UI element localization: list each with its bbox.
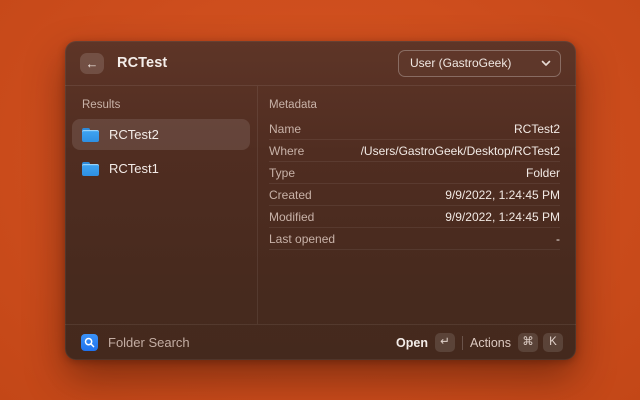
meta-label: Type <box>269 166 295 180</box>
meta-value: 9/9/2022, 1:24:45 PM <box>445 188 560 202</box>
footer-divider <box>462 336 463 350</box>
meta-label: Last opened <box>269 232 335 246</box>
back-arrow-icon: ← <box>86 57 99 70</box>
enter-key-icon: ↵ <box>435 333 455 352</box>
user-dropdown[interactable]: User (GastroGeek) <box>398 50 561 77</box>
folder-search-window: ← RCTest User (GastroGeek) Results RCTes… <box>65 41 576 360</box>
meta-row-where: Where /Users/GastroGeek/Desktop/RCTest2 <box>269 140 560 162</box>
search-icon <box>81 334 98 351</box>
meta-label: Created <box>269 188 312 202</box>
page-title: RCTest <box>117 55 167 71</box>
meta-label: Where <box>269 144 304 158</box>
meta-label: Name <box>269 122 301 136</box>
meta-row-modified: Modified 9/9/2022, 1:24:45 PM <box>269 206 560 228</box>
results-section-label: Results <box>72 93 250 119</box>
chevron-down-icon <box>541 60 551 67</box>
window-header: ← RCTest User (GastroGeek) <box>65 41 576 86</box>
list-item-label: RCTest2 <box>109 127 159 142</box>
meta-row-name: Name RCTest2 <box>269 118 560 140</box>
meta-value: Folder <box>526 166 560 180</box>
footer-bar: Open ↵ Actions ⌘ K <box>65 324 576 360</box>
list-item-rctest1[interactable]: RCTest1 <box>72 153 250 184</box>
results-sidebar: Results RCTest2 RCTest1 <box>65 86 258 324</box>
meta-label: Modified <box>269 210 314 224</box>
open-button[interactable]: Open ↵ <box>396 333 455 352</box>
metadata-panel: Metadata Name RCTest2 Where /Users/Gastr… <box>258 86 576 324</box>
actions-button[interactable]: Actions ⌘ K <box>470 333 563 352</box>
list-item-rctest2[interactable]: RCTest2 <box>72 119 250 150</box>
folder-icon <box>82 128 99 142</box>
meta-value: - <box>556 232 560 246</box>
meta-value: 9/9/2022, 1:24:45 PM <box>445 210 560 224</box>
search-input[interactable] <box>108 335 386 350</box>
meta-row-created: Created 9/9/2022, 1:24:45 PM <box>269 184 560 206</box>
back-button[interactable]: ← <box>80 53 104 74</box>
meta-row-last-opened: Last opened - <box>269 228 560 250</box>
list-item-label: RCTest1 <box>109 161 159 176</box>
meta-value: RCTest2 <box>514 122 560 136</box>
meta-row-type: Type Folder <box>269 162 560 184</box>
cmd-key-icon: ⌘ <box>518 333 538 352</box>
content-area: Results RCTest2 RCTest1 Metadata Name RC… <box>65 86 576 324</box>
user-dropdown-value: User (GastroGeek) <box>410 56 541 70</box>
footer-actions: Open ↵ Actions ⌘ K <box>396 333 563 352</box>
metadata-header: Metadata <box>269 91 560 118</box>
folder-icon <box>82 162 99 176</box>
meta-value: /Users/GastroGeek/Desktop/RCTest2 <box>361 144 560 158</box>
k-key-icon: K <box>543 333 563 352</box>
open-button-label: Open <box>396 336 428 350</box>
actions-button-label: Actions <box>470 336 511 350</box>
